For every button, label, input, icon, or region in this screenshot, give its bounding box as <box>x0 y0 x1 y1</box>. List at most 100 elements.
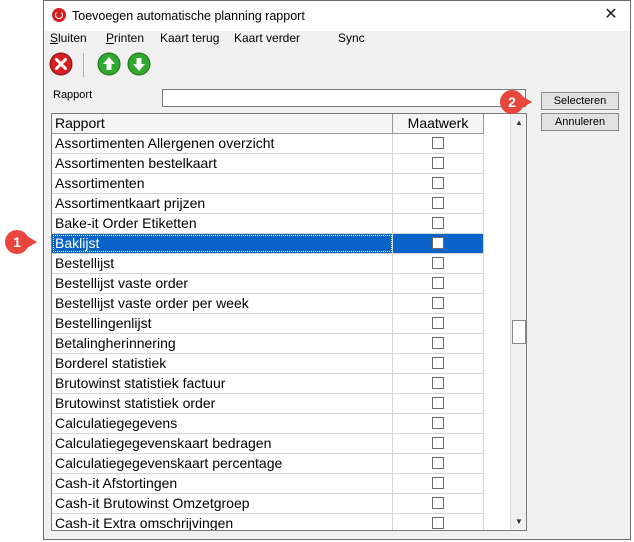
row-rapport-cell: Bestellijst <box>52 254 393 273</box>
table-row[interactable]: Assortimenten <box>52 174 484 194</box>
row-maatwerk-cell <box>393 254 484 273</box>
table-row[interactable]: Calculatiegegevens <box>52 414 484 434</box>
row-maatwerk-cell <box>393 354 484 373</box>
maatwerk-checkbox[interactable] <box>432 517 444 529</box>
close-button[interactable] <box>48 51 74 77</box>
cancel-button[interactable]: Annuleren <box>541 113 619 131</box>
row-rapport-cell: Bake-it Order Etiketten <box>52 214 393 233</box>
row-rapport-cell: Cash-it Extra omschrijvingen <box>52 514 393 530</box>
table-row[interactable]: Borderel statistiek <box>52 354 484 374</box>
table-row[interactable]: Brutowinst statistiek factuur <box>52 374 484 394</box>
table-row[interactable]: Assortimenten Allergenen overzicht <box>52 134 484 154</box>
maatwerk-checkbox[interactable] <box>432 397 444 409</box>
maatwerk-checkbox[interactable] <box>432 337 444 349</box>
table-row[interactable]: Bake-it Order Etiketten <box>52 214 484 234</box>
row-maatwerk-cell <box>393 434 484 453</box>
table-row[interactable]: Cash-it Afstortingen <box>52 474 484 494</box>
move-up-button[interactable] <box>96 51 122 77</box>
menu-kaart-terug[interactable]: Kaart terug <box>160 31 219 45</box>
maatwerk-checkbox[interactable] <box>432 257 444 269</box>
dialog-window: Toevoegen automatische planning rapport … <box>43 0 631 540</box>
column-header-rapport[interactable]: Rapport <box>52 114 393 133</box>
green-arrow-up-icon <box>97 52 121 76</box>
row-maatwerk-cell <box>393 314 484 333</box>
column-header-maatwerk[interactable]: Maatwerk <box>393 114 484 133</box>
scroll-down-arrow-icon[interactable]: ▼ <box>511 513 526 530</box>
table-row[interactable]: Bestellijst <box>52 254 484 274</box>
row-rapport-cell: Cash-it Brutowinst Omzetgroep <box>52 494 393 513</box>
callout-pointer-2 <box>522 96 532 108</box>
maatwerk-checkbox[interactable] <box>432 237 444 249</box>
row-rapport-cell: Betalingherinnering <box>52 334 393 353</box>
menu-sluiten[interactable]: Sluiten <box>50 31 87 45</box>
rapport-search-input[interactable] <box>162 89 526 107</box>
toolbar-separator <box>83 53 84 77</box>
table-row[interactable]: Bestellingenlijst <box>52 314 484 334</box>
row-rapport-cell: Bestellijst vaste order per week <box>52 294 393 313</box>
menu-kaart-verder[interactable]: Kaart verder <box>234 31 300 45</box>
row-rapport-cell: Borderel statistiek <box>52 354 393 373</box>
row-rapport-cell: Calculatiegegevenskaart bedragen <box>52 434 393 453</box>
menu-sync[interactable]: Sync <box>338 31 365 45</box>
row-maatwerk-cell <box>393 234 484 253</box>
row-maatwerk-cell <box>393 494 484 513</box>
table-row[interactable]: Brutowinst statistiek order <box>52 394 484 414</box>
maatwerk-checkbox[interactable] <box>432 437 444 449</box>
table-row[interactable]: Cash-it Brutowinst Omzetgroep <box>52 494 484 514</box>
row-rapport-cell: Bestellijst vaste order <box>52 274 393 293</box>
maatwerk-checkbox[interactable] <box>432 457 444 469</box>
grid-header: Rapport Maatwerk <box>52 114 484 134</box>
row-maatwerk-cell <box>393 274 484 293</box>
window-title: Toevoegen automatische planning rapport <box>72 9 305 23</box>
row-maatwerk-cell <box>393 194 484 213</box>
maatwerk-checkbox[interactable] <box>432 217 444 229</box>
maatwerk-checkbox[interactable] <box>432 137 444 149</box>
table-row[interactable]: Calculatiegegevenskaart bedragen <box>52 434 484 454</box>
row-rapport-cell: Assortimenten <box>52 174 393 193</box>
row-maatwerk-cell <box>393 174 484 193</box>
maatwerk-checkbox[interactable] <box>432 417 444 429</box>
table-row[interactable]: Assortimentkaart prijzen <box>52 194 484 214</box>
table-row[interactable]: Calculatiegegevenskaart percentage <box>52 454 484 474</box>
row-maatwerk-cell <box>393 394 484 413</box>
row-rapport-cell: Baklijst <box>52 234 393 253</box>
callout-badge-2: 2 <box>500 90 524 114</box>
maatwerk-checkbox[interactable] <box>432 297 444 309</box>
maatwerk-checkbox[interactable] <box>432 377 444 389</box>
table-row[interactable]: Bestellijst vaste order per week <box>52 294 484 314</box>
callout-pointer-1 <box>27 236 37 248</box>
maatwerk-checkbox[interactable] <box>432 317 444 329</box>
row-rapport-cell: Assortimenten Allergenen overzicht <box>52 134 393 153</box>
move-down-button[interactable] <box>126 51 152 77</box>
table-row[interactable]: Bestellijst vaste order <box>52 274 484 294</box>
maatwerk-checkbox[interactable] <box>432 477 444 489</box>
menu-printen[interactable]: Printen <box>106 31 144 45</box>
table-row[interactable]: Cash-it Extra omschrijvingen <box>52 514 484 530</box>
row-maatwerk-cell <box>393 374 484 393</box>
callout-badge-1: 1 <box>5 230 29 254</box>
maatwerk-checkbox[interactable] <box>432 177 444 189</box>
row-maatwerk-cell <box>393 154 484 173</box>
row-rapport-cell: Assortimentkaart prijzen <box>52 194 393 213</box>
table-row[interactable]: Assortimenten bestelkaart <box>52 154 484 174</box>
table-row[interactable]: Baklijst <box>52 234 484 254</box>
vertical-scrollbar[interactable]: ▲ ▼ <box>510 114 526 530</box>
scroll-up-arrow-icon[interactable]: ▲ <box>511 114 526 131</box>
maatwerk-checkbox[interactable] <box>432 197 444 209</box>
scrollbar-thumb[interactable] <box>512 320 526 344</box>
maatwerk-checkbox[interactable] <box>432 157 444 169</box>
select-button[interactable]: Selecteren <box>541 92 619 110</box>
grid-rows: Assortimenten Allergenen overzicht Assort… <box>52 134 484 530</box>
window-close-icon[interactable]: ✕ <box>600 5 622 25</box>
maatwerk-checkbox[interactable] <box>432 357 444 369</box>
maatwerk-checkbox[interactable] <box>432 277 444 289</box>
rapport-label: Rapport <box>53 89 93 101</box>
app-logo-icon <box>52 8 66 22</box>
row-rapport-cell: Calculatiegegevens <box>52 414 393 433</box>
title-bar: Toevoegen automatische planning rapport … <box>44 1 630 31</box>
maatwerk-checkbox[interactable] <box>432 497 444 509</box>
row-maatwerk-cell <box>393 334 484 353</box>
row-rapport-cell: Brutowinst statistiek order <box>52 394 393 413</box>
table-row[interactable]: Betalingherinnering <box>52 334 484 354</box>
row-maatwerk-cell <box>393 294 484 313</box>
